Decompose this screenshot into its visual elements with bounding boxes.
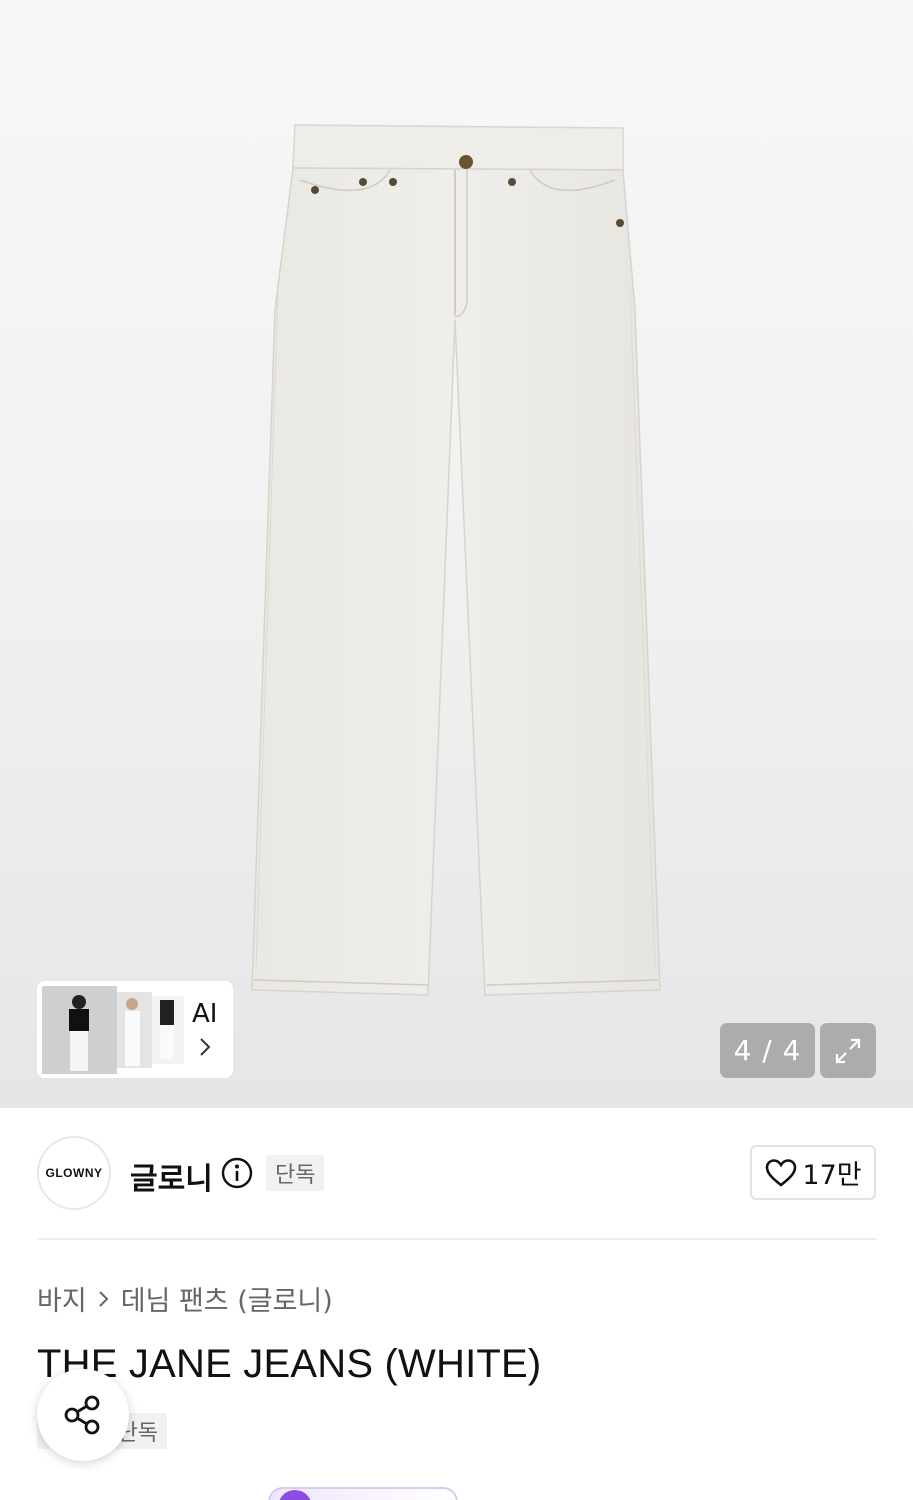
chevron-right-icon (200, 1038, 211, 1056)
product-image-jeans (251, 124, 661, 996)
image-counter: 4 / 4 (720, 1023, 815, 1078)
brand-name[interactable]: 글로니 (130, 1154, 213, 1198)
like-button[interactable]: 17만 (750, 1145, 876, 1200)
chevron-right-icon (98, 1290, 109, 1307)
breadcrumb-item-denim-pants[interactable]: 데님 팬츠 (글로니) (121, 1279, 333, 1318)
expand-icon (835, 1038, 861, 1063)
divider (37, 1238, 876, 1240)
expand-button[interactable] (820, 1023, 876, 1078)
like-count: 17만 (802, 1160, 862, 1191)
heart-icon (766, 1158, 797, 1187)
share-icon (64, 1395, 100, 1435)
share-button[interactable] (37, 1369, 129, 1461)
breadcrumb: 바지 데님 팬츠 (글로니) (37, 1279, 333, 1318)
breadcrumb-item-pants[interactable]: 바지 (37, 1279, 87, 1318)
ai-thumbnails (42, 986, 184, 1074)
ai-styling-card[interactable]: AI (37, 981, 233, 1078)
brand-row: GLOWNY 글로니 단독 17만 (37, 1136, 876, 1212)
product-gallery[interactable]: AI 4 / 4 (0, 0, 913, 1108)
ai-label: AI (192, 999, 218, 1029)
exclusive-badge: 단독 (266, 1155, 325, 1191)
brand-logo[interactable]: GLOWNY (37, 1136, 111, 1210)
info-icon[interactable] (221, 1157, 253, 1189)
